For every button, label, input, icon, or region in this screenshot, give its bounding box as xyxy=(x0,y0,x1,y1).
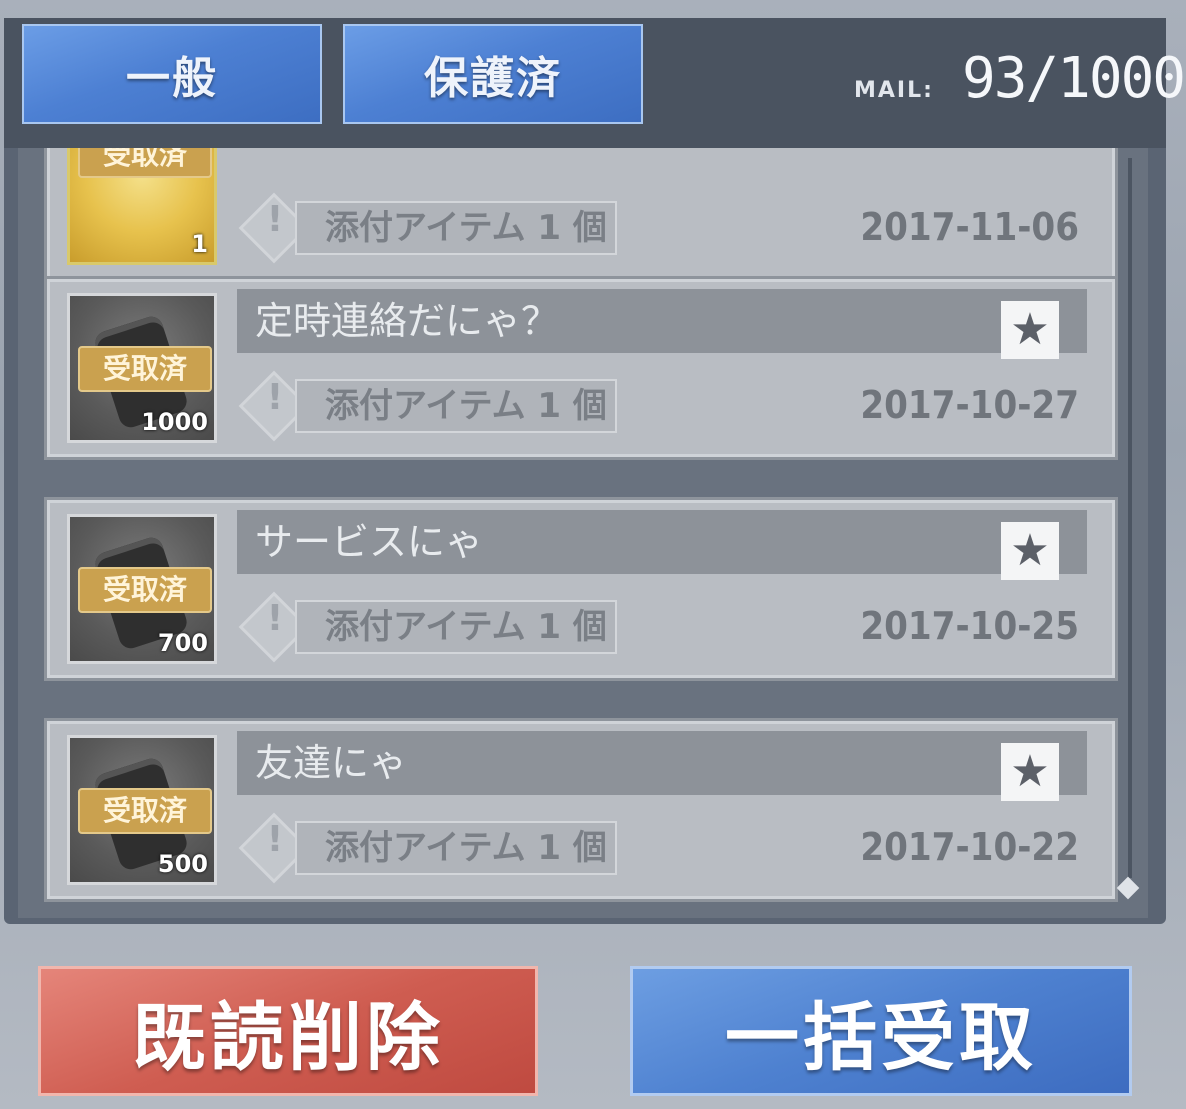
mail-title: 友達にゃ ★ xyxy=(237,731,1087,801)
tab-protected[interactable]: 保護済 xyxy=(343,24,643,124)
receive-all-button[interactable]: 一括受取 xyxy=(630,966,1132,1096)
exclamation-icon: ! xyxy=(266,598,284,639)
item-quantity: 1000 xyxy=(141,408,208,436)
mail-title-text: サービスにゃ xyxy=(255,520,484,564)
mail-date: 2017-10-22 xyxy=(860,825,1079,869)
mail-item[interactable]: 受取済 1 ! 添付アイテム 1 個 2017-11-06 xyxy=(44,148,1118,282)
exclamation-icon: ! xyxy=(266,377,284,418)
mail-title: 定時連絡だにゃ？ ★ xyxy=(237,289,1087,359)
mail-date: 2017-11-06 xyxy=(860,205,1079,249)
received-badge: 受取済 xyxy=(78,567,212,613)
item-thumbnail: 受取済 500 xyxy=(67,735,217,885)
mail-list[interactable]: 受取済 1 ! 添付アイテム 1 個 2017-11-06 受取済 1000 定… xyxy=(18,148,1148,918)
favorite-star-icon[interactable]: ★ xyxy=(1001,301,1059,359)
received-badge: 受取済 xyxy=(78,788,212,834)
exclamation-icon: ! xyxy=(266,819,284,860)
favorite-star-icon[interactable]: ★ xyxy=(1001,743,1059,801)
exclamation-icon: ! xyxy=(266,199,284,240)
attachment-info: 添付アイテム 1 個 xyxy=(295,600,617,654)
item-quantity: 700 xyxy=(157,629,208,657)
mail-title: サービスにゃ ★ xyxy=(237,510,1087,580)
mail-item[interactable]: 受取済 1000 定時連絡だにゃ？ ★ ! 添付アイテム 1 個 2017-10… xyxy=(44,276,1118,460)
attachment-info: 添付アイテム 1 個 xyxy=(295,379,617,433)
mail-title-text: 定時連絡だにゃ？ xyxy=(255,299,560,343)
item-thumbnail: 受取済 1 xyxy=(67,148,217,265)
tab-general[interactable]: 一般 xyxy=(22,24,322,124)
received-badge: 受取済 xyxy=(78,148,212,178)
item-thumbnail: 受取済 700 xyxy=(67,514,217,664)
attachment-info: 添付アイテム 1 個 xyxy=(295,821,617,875)
item-thumbnail: 受取済 1000 xyxy=(67,293,217,443)
received-badge: 受取済 xyxy=(78,346,212,392)
item-quantity: 500 xyxy=(157,850,208,878)
mail-date: 2017-10-27 xyxy=(860,383,1079,427)
delete-read-button[interactable]: 既読削除 xyxy=(38,966,538,1096)
mail-label: MAIL: xyxy=(854,78,934,103)
mail-count: 93/1000 xyxy=(962,46,1186,111)
scrollbar-track[interactable] xyxy=(1128,158,1132,878)
mail-date: 2017-10-25 xyxy=(860,604,1079,648)
mail-item[interactable]: 受取済 700 サービスにゃ ★ ! 添付アイテム 1 個 2017-10-25 xyxy=(44,497,1118,681)
mail-item[interactable]: 受取済 500 友達にゃ ★ ! 添付アイテム 1 個 2017-10-22 xyxy=(44,718,1118,902)
mail-title-text: 友達にゃ xyxy=(255,741,408,785)
favorite-star-icon[interactable]: ★ xyxy=(1001,522,1059,580)
item-quantity: 1 xyxy=(191,230,208,258)
attachment-info: 添付アイテム 1 個 xyxy=(295,201,617,255)
